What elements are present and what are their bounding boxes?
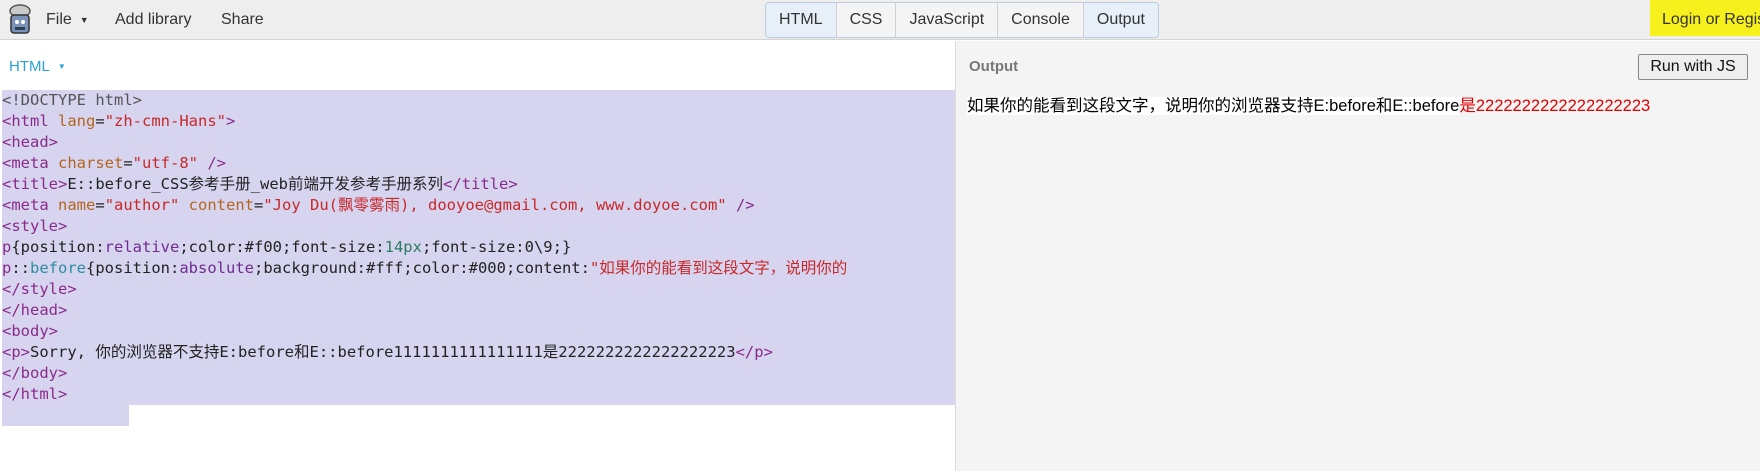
tab-css[interactable]: CSS [835, 3, 896, 37]
code-line: <title>E::before_CSS参考手册_web前端开发参考手册系列</… [2, 175, 518, 193]
html-panel-label: HTML [9, 58, 50, 75]
output-panel-label: Output [969, 58, 1019, 75]
code-line: <p>Sorry, 你的浏览器不支持E:before和E::before1111… [2, 343, 773, 361]
code-line: <!DOCTYPE html> [2, 91, 142, 109]
tab-javascript[interactable]: JavaScript [895, 3, 998, 37]
caret-down-icon: ▼ [57, 62, 66, 71]
tab-html[interactable]: HTML [766, 3, 836, 37]
login-register-button[interactable]: Login or Regis [1650, 0, 1760, 36]
code-line: <meta charset="utf-8" /> [2, 154, 227, 172]
tab-console[interactable]: Console [997, 3, 1083, 37]
code-line: p{position:relative;color:#f00;font-size… [2, 238, 572, 256]
top-toolbar: File ▼ Add library Share HTML CSS JavaScr… [0, 0, 1760, 40]
file-menu-label: File [46, 11, 72, 28]
code-editor[interactable]: <!DOCTYPE html> <html lang="zh-cmn-Hans"… [2, 90, 955, 426]
code-line: </style> [2, 280, 77, 298]
tab-output[interactable]: Output [1082, 3, 1158, 37]
code-line: </html> [2, 385, 68, 403]
code-line: p::before{position:absolute;background:#… [2, 259, 848, 277]
html-panel-dropdown[interactable]: HTML ▼ [9, 58, 66, 75]
code-line: <style> [2, 217, 68, 235]
add-library-button[interactable]: Add library [115, 0, 191, 40]
code-line: </body> [2, 364, 68, 382]
caret-down-icon: ▼ [79, 15, 89, 25]
code-line: <html lang="zh-cmn-Hans"> [2, 112, 236, 130]
html-editor-panel: HTML ▼ <!DOCTYPE html> <html lang="zh-cmn… [0, 41, 955, 471]
run-with-js-button[interactable]: Run with JS [1638, 54, 1748, 80]
code-line: <head> [2, 133, 59, 151]
jsbin-logo-icon[interactable] [6, 3, 34, 37]
code-line: <meta name="author" content="Joy Du(飘零雾雨… [2, 196, 755, 214]
output-rendered-text: 如果你的能看到这段文字，说明你的浏览器支持E:before和E::before是… [967, 92, 1650, 116]
share-button[interactable]: Share [221, 0, 264, 40]
code-line: <body> [2, 322, 59, 340]
output-paragraph-text: 是2222222222222222223 [1459, 97, 1651, 115]
output-before-content: 如果你的能看到这段文字，说明你的浏览器支持E:before和E::before [967, 97, 1460, 115]
text-selection-tail [2, 405, 129, 426]
output-panel: Output Run with JS 如果你的能看到这段文字，说明你的浏览器支持… [956, 41, 1760, 471]
code-line: </head> [2, 301, 68, 319]
file-menu[interactable]: File ▼ [46, 0, 89, 40]
panel-tabs: HTML CSS JavaScript Console Output [765, 2, 1159, 38]
